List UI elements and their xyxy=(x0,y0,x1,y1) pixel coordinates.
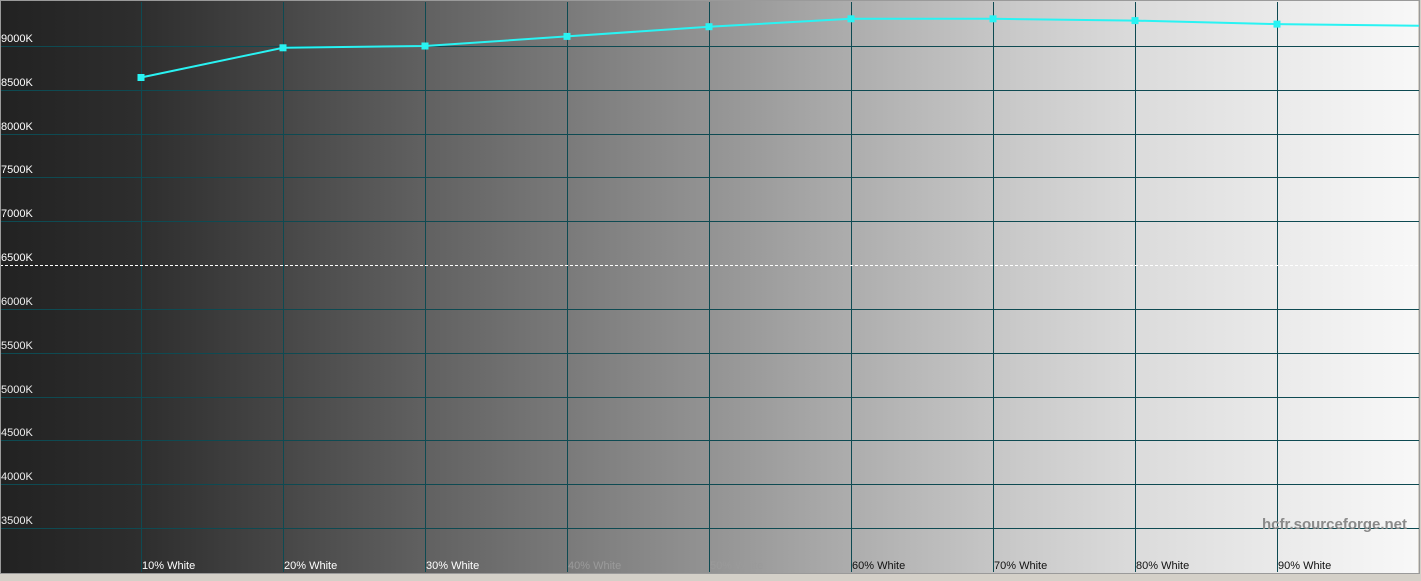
chart-plot-area: 9000K 8500K 8000K 7500K 7000K 6500K 6000K 5500K… xyxy=(0,0,1420,574)
x-tick-label: 30% White xyxy=(426,560,479,572)
watermark-text: hcfr.sourceforge.net xyxy=(1262,516,1407,533)
data-point xyxy=(1131,17,1139,25)
x-tick-label: 50% White xyxy=(710,560,763,572)
data-point xyxy=(279,44,287,52)
data-point xyxy=(1273,20,1281,28)
y-tick-label: 3500K xyxy=(1,515,33,527)
x-tick-label: 40% White xyxy=(568,560,621,572)
x-tick-label: 70% White xyxy=(994,560,1047,572)
y-tick-label: 5500K xyxy=(1,340,33,352)
x-axis-labels: 10% White 20% White 30% White 40% White 50% … xyxy=(142,560,1331,572)
x-tick-label: 60% White xyxy=(852,560,905,572)
x-tick-label: 20% White xyxy=(284,560,337,572)
y-tick-label: 9000K xyxy=(1,33,33,45)
data-point xyxy=(137,74,145,81)
data-point xyxy=(847,15,855,23)
data-point xyxy=(989,15,997,23)
data-point xyxy=(421,42,429,50)
y-tick-label: 8500K xyxy=(1,77,33,89)
y-tick-label: 6500K xyxy=(1,252,33,264)
x-tick-label: 10% White xyxy=(142,560,195,572)
y-tick-label: 4500K xyxy=(1,427,33,439)
x-tick-label: 90% White xyxy=(1278,560,1331,572)
data-point xyxy=(563,32,571,40)
y-tick-label: 4000K xyxy=(1,471,33,483)
x-tick-label: 80% White xyxy=(1136,560,1189,572)
y-tick-label: 5000K xyxy=(1,384,33,396)
data-point xyxy=(705,23,713,31)
y-tick-label: 8000K xyxy=(1,121,33,133)
y-tick-label: 6000K xyxy=(1,296,33,308)
cie-temperature-chart: 9000K 8500K 8000K 7500K 7000K 6500K 6000K 5500K… xyxy=(0,0,1421,576)
y-tick-label: 7000K xyxy=(1,208,33,220)
y-tick-label: 7500K xyxy=(1,164,33,176)
